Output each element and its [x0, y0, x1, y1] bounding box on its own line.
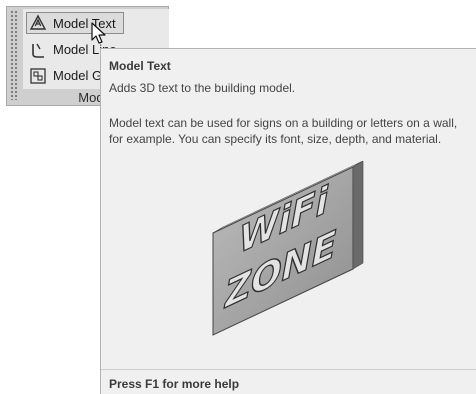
tooltip-title: Model Text: [109, 59, 171, 73]
panel-grip-handle[interactable]: [10, 10, 18, 100]
mouse-pointer-icon: [91, 22, 106, 44]
model-text-button[interactable]: Model Text: [26, 12, 124, 34]
tooltip-help-hint: Press F1 for more help: [109, 377, 240, 391]
tooltip-divider: [101, 369, 476, 370]
wifi-zone-sign-illustration: WiFi ZONE: [212, 161, 364, 336]
model-line-icon: [32, 43, 44, 58]
tooltip-long-line-2: for example. You can specify its font, s…: [109, 132, 442, 146]
tooltip-long-line-1: Model text can be used for signs on a bu…: [109, 116, 458, 130]
tooltip-long-description: Model text can be used for signs on a bu…: [109, 115, 476, 147]
model-group-icon: [30, 67, 46, 84]
tooltip: Model Text Adds 3D text to the building …: [100, 48, 476, 394]
model-text-icon: [29, 14, 47, 30]
tooltip-short-description: Adds 3D text to the building model.: [109, 81, 296, 95]
